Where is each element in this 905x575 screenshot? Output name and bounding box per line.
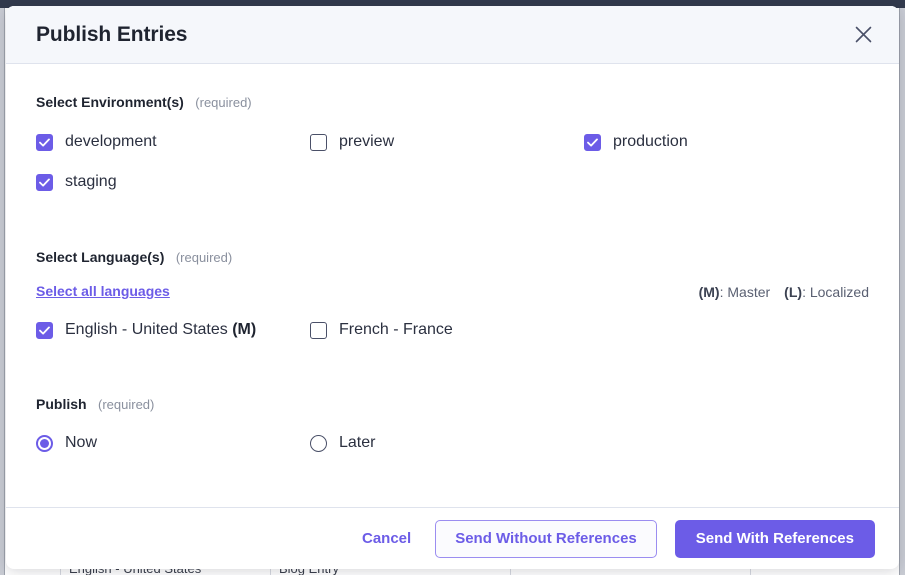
radio-icon[interactable] — [310, 434, 327, 452]
radio-icon[interactable] — [36, 434, 53, 452]
environment-option-label: preview — [339, 133, 395, 150]
modal-footer: Cancel Send Without References Send With… — [6, 507, 899, 569]
language-required-hint: (required) — [175, 250, 233, 265]
check-icon — [587, 138, 598, 146]
language-section-header: Select Language(s) (required) — [36, 249, 869, 267]
page-title: Publish Entries — [36, 22, 188, 46]
environment-section-header: Select Environment(s) (required) — [36, 94, 869, 112]
environment-options: development preview production staging — [36, 133, 869, 191]
environment-option-label: production — [613, 133, 688, 150]
publish-section-header: Publish (required) — [36, 396, 869, 414]
language-section-subheader: Select all languages (M): Master (L): Loc… — [36, 283, 869, 303]
environment-option-preview[interactable]: preview — [310, 133, 584, 151]
publish-option-label: Now — [65, 434, 98, 451]
check-icon — [39, 326, 50, 334]
language-section: Select Language(s) (required) Select all… — [36, 249, 869, 339]
language-option-suffix: (M) — [232, 321, 257, 338]
right-scrollbar[interactable] — [899, 8, 905, 575]
publish-entries-modal: Publish Entries Select Environment(s) (r… — [6, 6, 899, 569]
master-localized-legend: (M): Master (L): Localized — [699, 284, 869, 300]
legend-master-text: : Master — [719, 284, 771, 300]
environment-option-staging[interactable]: staging — [36, 173, 310, 191]
environment-section: Select Environment(s) (required) develop… — [36, 94, 869, 191]
checkbox-icon[interactable] — [36, 173, 53, 191]
checkbox-icon[interactable] — [584, 133, 601, 151]
radio-dot-icon — [40, 438, 49, 448]
language-option-english-united-states[interactable]: English - United States (M) — [36, 321, 310, 339]
send-without-references-button[interactable]: Send Without References — [435, 519, 657, 558]
environment-required-hint: (required) — [195, 95, 252, 110]
send-with-references-button[interactable]: Send With References — [674, 519, 875, 558]
legend-master-key: (M) — [698, 284, 720, 300]
publish-option-later[interactable]: Later — [310, 434, 584, 452]
checkbox-icon[interactable] — [36, 133, 53, 151]
environment-option-development[interactable]: development — [36, 133, 310, 151]
legend-localized-text: : Localized — [802, 284, 869, 300]
modal-body: Select Environment(s) (required) develop… — [6, 64, 899, 507]
publish-options: Now Later — [36, 434, 869, 452]
language-option-french-france[interactable]: French - France — [310, 321, 584, 339]
left-gutter — [0, 8, 5, 575]
environment-option-label: staging — [65, 173, 117, 190]
checkbox-icon[interactable] — [36, 321, 53, 339]
checkbox-icon[interactable] — [310, 321, 327, 339]
publish-required-hint: (required) — [98, 397, 155, 412]
close-icon-glyph — [855, 26, 871, 43]
publish-section: Publish (required) Now Later — [36, 396, 869, 452]
environment-option-production[interactable]: production — [584, 133, 858, 151]
publish-option-label: Later — [339, 434, 376, 451]
modal-header: Publish Entries — [6, 6, 899, 64]
language-section-label: Select Language(s) — [36, 249, 165, 265]
checkbox-icon[interactable] — [310, 133, 327, 151]
close-icon[interactable] — [849, 21, 877, 49]
publish-section-label: Publish — [36, 396, 87, 412]
environment-option-label: development — [65, 133, 157, 150]
check-icon — [39, 138, 50, 146]
language-options: English - United States (M) French - Fra… — [36, 321, 869, 339]
legend-localized-key: (L) — [784, 284, 803, 300]
language-option-name: French - France — [339, 321, 453, 338]
language-option-label: French - France — [339, 321, 453, 339]
publish-option-now[interactable]: Now — [36, 434, 310, 452]
language-option-name: English - United States — [65, 321, 228, 338]
environment-section-label: Select Environment(s) — [36, 94, 184, 110]
select-all-languages-link[interactable]: Select all languages — [36, 283, 170, 299]
check-icon — [39, 178, 50, 186]
cancel-button[interactable]: Cancel — [356, 521, 417, 556]
language-option-label: English - United States (M) — [65, 321, 256, 339]
